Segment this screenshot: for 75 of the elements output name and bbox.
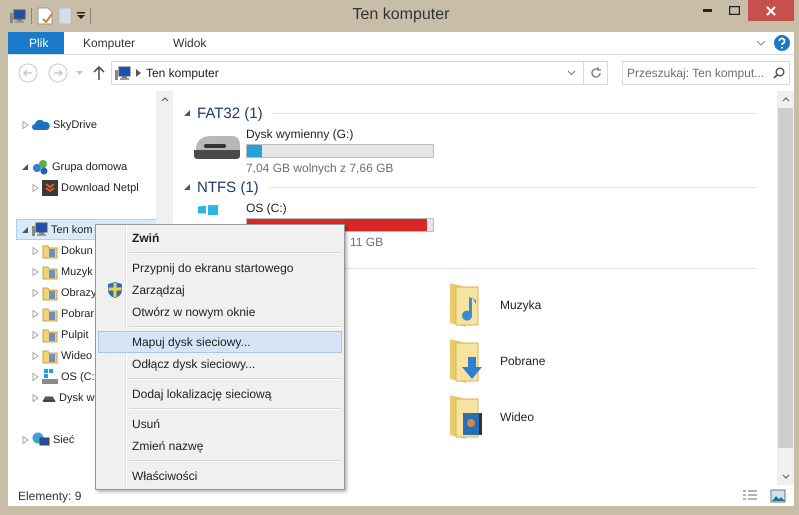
chevron-down-icon (782, 474, 790, 479)
menu-item[interactable]: Właściwości (98, 465, 342, 487)
properties-icon[interactable] (37, 7, 53, 25)
expand-ribbon-icon[interactable] (756, 40, 766, 46)
windows-logo-icon (198, 205, 218, 215)
breadcrumb-item[interactable]: Ten komputer (146, 66, 219, 80)
folder-icon (42, 348, 58, 364)
back-button[interactable] (18, 63, 38, 83)
details-view-icon (742, 488, 758, 502)
folder-icon (42, 284, 58, 300)
network-icon (32, 432, 50, 448)
group-header: FAT32 (1) (197, 104, 263, 122)
minimize-icon (703, 9, 712, 12)
computer-icon[interactable] (10, 8, 26, 24)
folder-icon (448, 337, 484, 385)
free-space-text: 7,04 GB wolnych z 7,66 GB (246, 161, 394, 175)
homegroup-icon (32, 158, 49, 174)
nav-item[interactable]: SkyDrive (16, 114, 156, 135)
drive-icon (42, 394, 56, 402)
expander-icon[interactable] (22, 226, 29, 234)
menu-item[interactable]: Przypnij do ekranu startowego (98, 257, 342, 279)
ribbon-tab[interactable]: Komputer (64, 32, 154, 54)
menu-item[interactable]: Otwórz w nowym oknie (98, 301, 342, 323)
folder-name[interactable]: Pobrane (500, 354, 546, 368)
free-space-text: 11 GB (349, 235, 384, 249)
close-icon (766, 6, 776, 16)
expander-icon[interactable] (184, 183, 191, 191)
dropdown-icon[interactable] (77, 12, 85, 20)
drive-name[interactable]: Dysk wymienny (G:) (246, 127, 434, 141)
folder-icon (42, 242, 58, 258)
file-menu-tab[interactable]: Plik (8, 32, 64, 54)
recent-locations-button[interactable] (76, 71, 83, 75)
chevron-down-icon (566, 70, 576, 76)
search-icon (773, 67, 785, 79)
up-button[interactable] (93, 66, 105, 80)
app-icon (42, 180, 58, 196)
drive-icon (42, 369, 58, 384)
chevron-up-icon (782, 97, 790, 102)
computer-icon (115, 66, 131, 80)
menu-item[interactable]: Zarządzaj (98, 279, 342, 301)
expander-icon[interactable] (22, 162, 29, 170)
folder-icon (448, 393, 484, 441)
scrollbar[interactable] (777, 91, 794, 485)
maximize-icon (729, 6, 740, 15)
nav-item[interactable]: Grupa domowa (16, 156, 156, 177)
folder-icon (42, 306, 58, 322)
help-icon[interactable] (774, 35, 790, 51)
forward-button[interactable] (48, 63, 68, 83)
menu-item[interactable]: Usuń (98, 413, 342, 435)
expander-icon[interactable] (184, 109, 191, 117)
computer-icon (32, 222, 48, 237)
chevron-icon (136, 69, 141, 77)
item-count: Elementy: 9 (18, 488, 82, 502)
address-bar[interactable]: Ten komputer (111, 61, 608, 85)
chevron-up-icon (160, 97, 168, 102)
large-icons-view-button[interactable] (768, 486, 788, 504)
window-title: Ten komputer (352, 6, 450, 24)
search-field[interactable]: Przeszukaj: Ten komput... (622, 61, 790, 85)
folder-icon (42, 264, 58, 280)
menu-item[interactable]: Odłącz dysk sieciowy... (98, 353, 342, 375)
folder-icon (42, 326, 58, 342)
refresh-icon (590, 67, 602, 79)
group-header: NTFS (1) (197, 178, 259, 196)
cloud-icon (32, 118, 50, 130)
large-icons-view-icon (770, 488, 786, 502)
nav-item[interactable]: Download Netpl (16, 177, 156, 198)
menu-item[interactable]: Mapuj dysk sieciowy... (98, 331, 342, 353)
drive-name[interactable]: OS (C:) (246, 201, 434, 215)
folder-name[interactable]: Wideo (500, 410, 534, 424)
ribbon-tab[interactable]: Widok (154, 32, 226, 54)
folder-name[interactable]: Muzyka (500, 298, 542, 312)
shield-icon (108, 282, 122, 298)
close-button[interactable] (748, 0, 794, 21)
menu-item[interactable]: Zmień nazwę (98, 435, 342, 457)
menu-item[interactable]: Dodaj lokalizację sieciową (98, 383, 342, 405)
